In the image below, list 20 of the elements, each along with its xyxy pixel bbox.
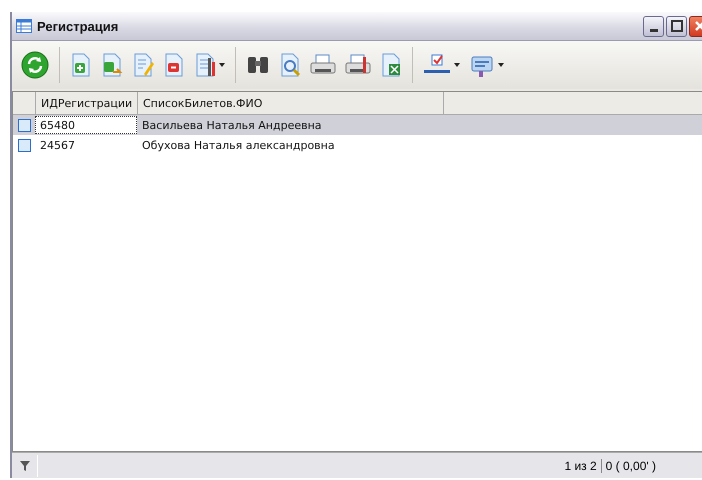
column-header[interactable]: СписокБилетов.ФИО bbox=[138, 92, 444, 114]
filter-icon bbox=[20, 460, 30, 470]
table-cell-text: 24567 bbox=[39, 138, 76, 154]
maximize-icon bbox=[670, 20, 682, 32]
table-row[interactable]: 24567 Обухова Наталья александровна bbox=[13, 135, 702, 155]
row-checkbox[interactable] bbox=[18, 138, 30, 152]
row-checkbox[interactable] bbox=[18, 118, 30, 132]
record-position: 1 из 2 bbox=[563, 458, 598, 472]
table-cell-text: Обухова Наталья александровна bbox=[141, 138, 336, 154]
status-summary: 0 ( 0,00' ) bbox=[600, 458, 660, 472]
window-title: Регистрация bbox=[37, 18, 118, 34]
table-cell: 65480 bbox=[35, 116, 137, 134]
maximize-button[interactable] bbox=[666, 16, 687, 36]
table-icon bbox=[16, 19, 32, 33]
column-header[interactable]: ИДРегистрации bbox=[36, 92, 138, 114]
table-cell-text: Васильева Наталья Андреевна bbox=[141, 118, 323, 134]
minimize-icon bbox=[650, 28, 658, 32]
minimize-button[interactable] bbox=[643, 16, 664, 36]
table-row[interactable]: 65480 Васильева Наталья Андреевна bbox=[13, 115, 702, 135]
close-icon bbox=[694, 21, 702, 31]
